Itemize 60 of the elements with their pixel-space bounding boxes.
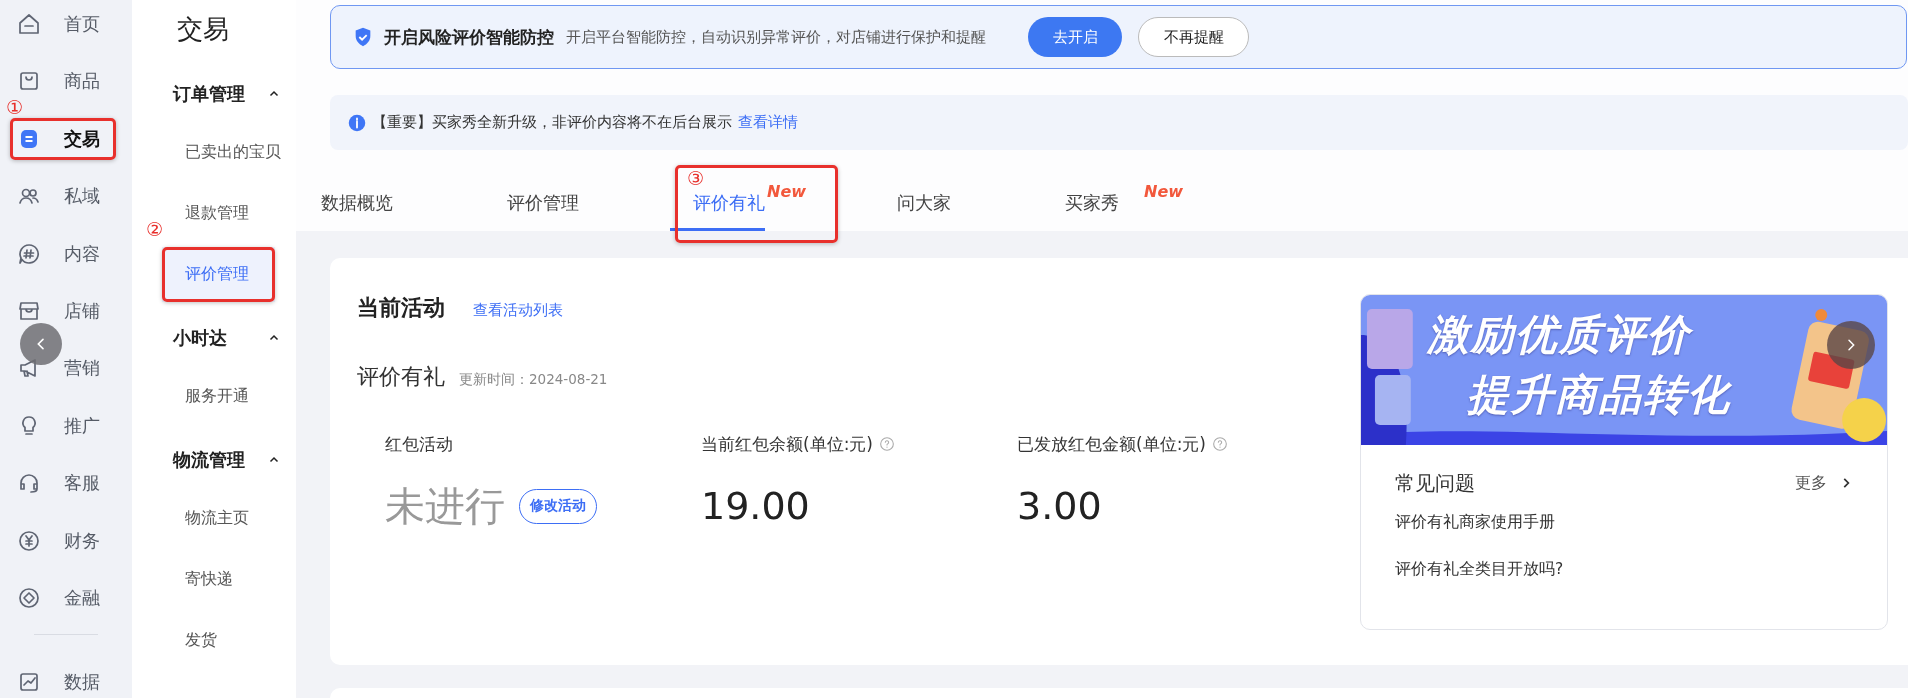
nav-item[interactable]: 推广 [10,404,116,447]
help-icon [1212,436,1228,452]
tab[interactable]: 数据概览 [298,170,416,231]
nav-item[interactable]: 内容 [10,232,116,275]
home-icon [17,12,41,36]
edit-activity-button[interactable]: 修改活动 [519,488,597,524]
tab[interactable]: 买家秀 [1042,170,1143,231]
new-label: New [1144,182,1184,202]
more-link[interactable]: 更多 [1795,472,1853,494]
faq-title: 常见问题 [1395,471,1475,495]
yuan-icon [17,528,41,553]
nav-item[interactable]: 客服 [10,462,116,505]
notice-text: 【重要】买家秀全新升级，非评价内容将不在后台展示 [372,113,732,132]
step-number: ② [146,218,164,240]
hash-icon [17,241,41,266]
nav-item[interactable]: 私域 [10,175,116,218]
menu-item[interactable]: 寄快递 [162,552,275,607]
help-icon [879,436,895,452]
promo-headline: 提升商品转化 [1467,369,1731,421]
activity-list-link[interactable]: 查看活动列表 [473,301,563,320]
stat-label: 当前红包余额(单位:元) [701,434,873,454]
menu-item[interactable]: 已卖出的宝贝 [162,125,281,180]
collapse-button[interactable] [20,323,62,365]
step-number: ① [6,95,24,118]
section-title: 当前活动 [357,294,445,322]
activity-status: 未进行 [385,481,505,531]
section-title: 交易 [176,13,230,46]
headset-icon [17,471,41,496]
info-icon [348,113,366,132]
banner-description: 开启平台智能防控，自动识别异常评价，对店铺进行保护和提醒 [566,27,986,47]
menu-item[interactable]: 发货 [162,613,275,668]
new-label: New [767,182,807,202]
nav-item[interactable]: 首页 [10,3,116,45]
enable-button[interactable]: 去开启 [1028,17,1122,57]
details-link[interactable]: 查看详情 [738,113,798,132]
nav-item[interactable]: 金融 [10,576,116,619]
nav-item[interactable]: 店铺 [10,289,116,332]
faq-link[interactable]: 评价有礼全类目开放吗? [1395,558,1564,580]
menu-item[interactable]: 退款管理 [162,186,275,241]
menu-item[interactable]: 物流主页 [162,491,275,546]
dismiss-button[interactable]: 不再提醒 [1138,17,1249,57]
stat-label: 红包活动 [385,434,453,454]
menu-item[interactable]: 服务开通 [162,369,275,424]
stat-label: 已发放红包金额(单位:元) [1017,434,1206,454]
update-time: 更新时间：2024-08-21 [459,371,608,389]
amount-value: 19.00 [701,484,810,528]
activity-name: 评价有礼 [357,363,445,391]
step-number: ③ [687,167,705,189]
menu-group[interactable]: 小时达 [132,313,296,363]
tab[interactable]: 问大家 [874,170,975,231]
banner-title: 开启风险评价智能防控 [384,25,554,49]
menu-group[interactable]: 订单管理 [132,69,296,119]
tab[interactable]: 评价管理 [484,170,602,231]
nav-item[interactable]: 数据 [10,661,116,698]
faq-link[interactable]: 评价有礼商家使用手册 [1395,511,1555,533]
promo-headline: 激励优质评价 [1427,305,1731,365]
nav-item[interactable]: 财务 [10,519,116,562]
menu-group[interactable]: 物流管理 [132,435,296,485]
nav-item[interactable]: 营销 [10,347,116,390]
amount-value: 3.00 [1017,484,1102,528]
